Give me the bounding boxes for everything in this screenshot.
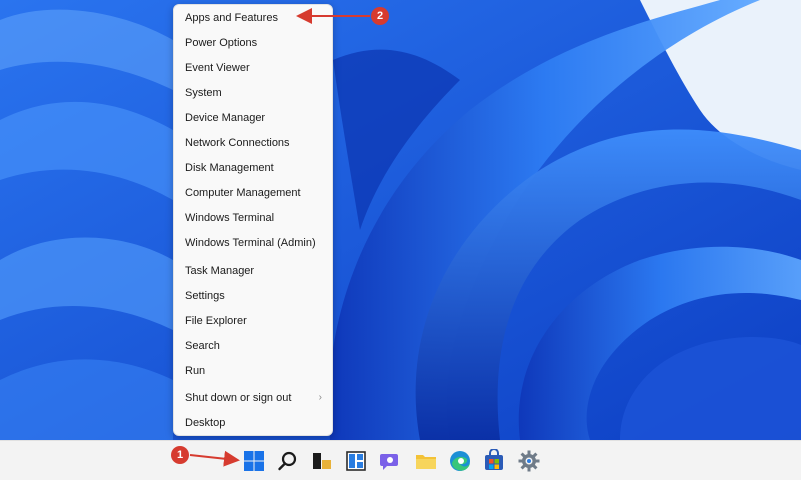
menu-item-power-options[interactable]: Power Options xyxy=(174,32,332,54)
menu-item-label: Event Viewer xyxy=(185,62,250,74)
menu-item-desktop[interactable]: Desktop xyxy=(174,412,332,434)
menu-item-label: Settings xyxy=(185,290,225,302)
start-icon[interactable] xyxy=(242,449,266,473)
annotation-badge-2: 2 xyxy=(371,7,389,25)
menu-item-device-manager[interactable]: Device Manager xyxy=(174,107,332,129)
winx-context-menu: Apps and Features Power Options Event Vi… xyxy=(173,4,333,436)
menu-item-label: Task Manager xyxy=(185,265,255,277)
menu-item-run[interactable]: Run xyxy=(174,360,332,382)
menu-item-label: Disk Management xyxy=(185,162,274,174)
menu-item-label: Search xyxy=(185,340,220,352)
menu-item-label: Shut down or sign out xyxy=(185,392,292,404)
wallpaper xyxy=(0,0,801,440)
menu-item-event-viewer[interactable]: Event Viewer xyxy=(174,57,332,79)
taskbar xyxy=(0,440,801,480)
search-icon[interactable] xyxy=(276,449,300,473)
menu-item-label: Apps and Features xyxy=(185,12,278,24)
menu-item-system[interactable]: System xyxy=(174,82,332,104)
annotation-badge-1: 1 xyxy=(171,446,189,464)
menu-item-label: Network Connections xyxy=(185,137,290,149)
menu-item-label: Windows Terminal xyxy=(185,212,275,224)
menu-item-label: Power Options xyxy=(185,37,258,49)
store-icon[interactable] xyxy=(482,449,506,473)
menu-item-shut-down-or-sign-out[interactable]: Shut down or sign out › xyxy=(174,387,332,409)
desktop-screen: Apps and Features Power Options Event Vi… xyxy=(0,0,801,480)
widgets-icon[interactable] xyxy=(310,449,334,473)
menu-item-task-manager[interactable]: Task Manager xyxy=(174,260,332,282)
menu-item-computer-management[interactable]: Computer Management xyxy=(174,182,332,204)
menu-item-file-explorer[interactable]: File Explorer xyxy=(174,310,332,332)
menu-item-disk-management[interactable]: Disk Management xyxy=(174,157,332,179)
file-explorer-icon[interactable] xyxy=(414,449,438,473)
menu-item-settings[interactable]: Settings xyxy=(174,285,332,307)
menu-item-network-connections[interactable]: Network Connections xyxy=(174,132,332,154)
menu-item-label: Desktop xyxy=(185,417,226,429)
menu-item-label: Computer Management xyxy=(185,187,301,199)
menu-item-label: File Explorer xyxy=(185,315,247,327)
menu-item-label: System xyxy=(185,87,222,99)
edge-icon[interactable] xyxy=(448,449,472,473)
chat-icon[interactable] xyxy=(378,449,402,473)
menu-item-label: Run xyxy=(185,365,206,377)
menu-item-apps-and-features[interactable]: Apps and Features xyxy=(174,7,332,29)
menu-item-label: Windows Terminal (Admin) xyxy=(185,237,316,249)
settings-icon[interactable] xyxy=(517,449,541,473)
task-view-icon[interactable] xyxy=(344,449,368,473)
menu-item-windows-terminal-admin[interactable]: Windows Terminal (Admin) xyxy=(174,232,332,254)
menu-item-windows-terminal[interactable]: Windows Terminal xyxy=(174,207,332,229)
menu-item-label: Device Manager xyxy=(185,112,266,124)
chevron-right-icon: › xyxy=(318,392,322,403)
menu-item-search[interactable]: Search xyxy=(174,335,332,357)
